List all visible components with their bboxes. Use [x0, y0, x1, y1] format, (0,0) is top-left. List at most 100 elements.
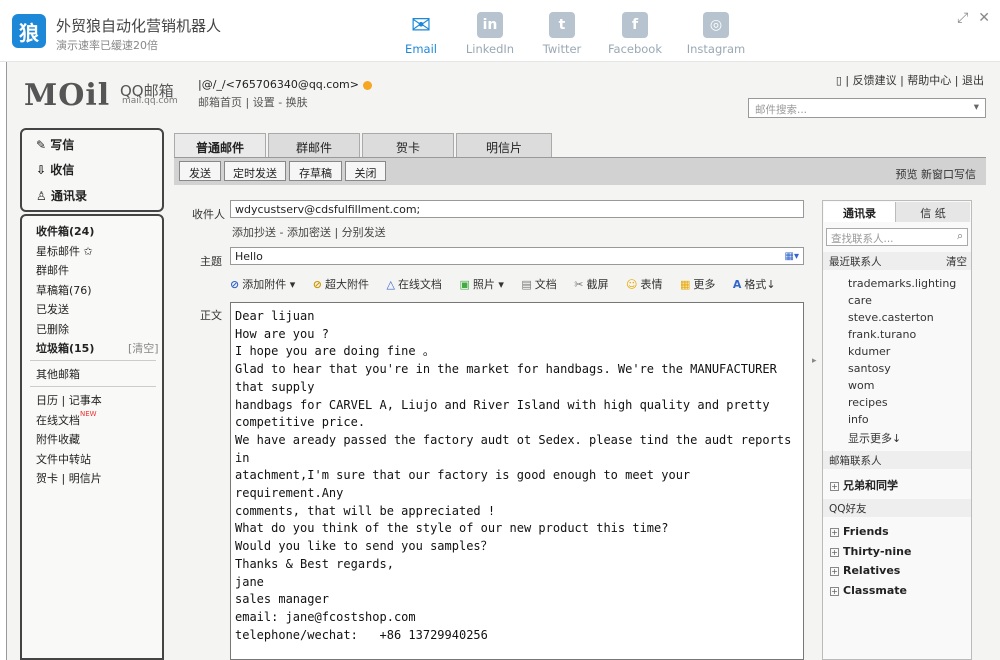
divider — [30, 360, 156, 361]
mail-logo[interactable]: MOil — [24, 78, 110, 113]
contact-item[interactable]: recipes — [848, 396, 888, 409]
clear-spam-link[interactable]: [清空] — [128, 340, 159, 356]
contact-group[interactable]: + Relatives — [830, 564, 900, 577]
contact-group[interactable]: + 兄弟和同学 — [830, 477, 898, 493]
folder-drafts[interactable]: 草稿箱(76) — [36, 282, 92, 298]
close-icon[interactable]: ✕ — [978, 10, 990, 26]
tool-label: 照片 ▾ — [472, 278, 504, 291]
expand-icon: + — [830, 527, 839, 537]
folder-inbox[interactable]: 收件箱(24) — [36, 223, 94, 239]
tab-contacts[interactable]: 通讯录 — [824, 202, 896, 222]
pencil-icon: ✎ — [36, 138, 51, 152]
nav-receive[interactable]: ⇩ 收信 — [36, 161, 74, 178]
rich-toolbar: ⊘ 添加附件 ▾ ⊘ 超大附件 △ 在线文档 ▣ 照片 ▾ ▤ 文档 ✂ 截屏 ☺ 表情 ▦ 更… — [230, 276, 804, 296]
file-transfer-link[interactable]: 文件中转站 — [36, 451, 91, 467]
mail-search-input[interactable]: 邮件搜索... — [748, 98, 986, 118]
person-icon: ♙ — [36, 189, 51, 203]
cards-postcards-link[interactable]: 贺卡 | 明信片 — [36, 470, 102, 486]
account-name: |@/_/<765706340@qq.com> — [198, 78, 372, 91]
nav-contacts[interactable]: ♙ 通讯录 — [36, 187, 87, 204]
search-icon: ⌕ — [957, 230, 963, 242]
new-badge: NEW — [80, 410, 97, 418]
share-label: Facebook — [607, 42, 663, 56]
contact-item[interactable]: wom — [848, 379, 874, 392]
message-body-editor[interactable]: Dear lijuan How are you ? I hope you are… — [230, 302, 804, 660]
contact-item[interactable]: santosy — [848, 362, 891, 375]
instagram-icon: ◎ — [703, 12, 729, 38]
contact-search-input[interactable]: 查找联系人... ⌕ — [826, 228, 968, 246]
subject-options-icon[interactable]: ▦▾ — [785, 251, 799, 262]
folder-spam[interactable]: 垃圾箱(15) — [36, 340, 94, 356]
tool-label: 添加附件 ▾ — [242, 278, 296, 291]
add-attachment-button[interactable]: ⊘ 添加附件 ▾ — [230, 278, 302, 291]
clear-recent-link[interactable]: 清空 — [946, 254, 967, 269]
tool-label: 更多 — [693, 278, 716, 291]
share-linkedin-button[interactable]: in LinkedIn — [455, 10, 525, 56]
contact-item[interactable]: steve.casterton — [848, 311, 934, 324]
format-button[interactable]: A 格式↓ — [733, 278, 783, 291]
close-button[interactable]: 关闭 — [345, 161, 386, 181]
contact-item[interactable]: info — [848, 413, 869, 426]
folder-starred[interactable]: 星标邮件 ✩ — [36, 243, 93, 259]
contact-item[interactable]: frank.turano — [848, 328, 916, 341]
tool-label: 表情 — [640, 278, 663, 291]
top-links[interactable]: ▯ | 反馈建议 | 帮助中心 | 退出 — [836, 72, 984, 88]
tab-postcard[interactable]: 明信片 — [456, 133, 552, 157]
screenshot-button[interactable]: ✂ 截屏 — [574, 278, 615, 291]
folder-group[interactable]: 群邮件 — [36, 262, 69, 278]
share-twitter-button[interactable]: t Twitter — [527, 10, 597, 56]
contact-group[interactable]: + Classmate — [830, 584, 907, 597]
show-more-link[interactable]: 显示更多↓ — [848, 430, 901, 446]
contact-item[interactable]: care — [848, 294, 872, 307]
nav-label: 通讯录 — [50, 189, 87, 203]
share-instagram-button[interactable]: ◎ Instagram — [681, 10, 751, 56]
online-doc-button[interactable]: △ 在线文档 — [386, 278, 448, 291]
contact-group[interactable]: + Thirty-nine — [830, 545, 911, 558]
format-icon: A — [732, 278, 742, 291]
app-subtitle: 演示速率已缓速20倍 — [56, 39, 158, 52]
attachment-collection-link[interactable]: 附件收藏 — [36, 431, 80, 447]
contact-item[interactable]: trademarks.lighting — [848, 277, 956, 290]
tab-group-mail[interactable]: 群邮件 — [268, 133, 360, 157]
subject-label: 主题 — [200, 255, 222, 268]
send-button[interactable]: 发送 — [179, 161, 221, 181]
share-email-button[interactable]: ✉ Email — [386, 10, 456, 56]
photo-button[interactable]: ▣ 照片 ▾ — [459, 278, 510, 291]
document-button[interactable]: ▤ 文档 — [521, 278, 563, 291]
preview-newwindow-links[interactable]: 预览 新窗口写信 — [896, 166, 977, 182]
calendar-notes-link[interactable]: 日历 | 记事本 — [36, 392, 102, 408]
online-docs-link[interactable]: 在线文档 — [36, 412, 80, 428]
expand-icon: + — [830, 586, 839, 596]
folder-deleted[interactable]: 已删除 — [36, 321, 69, 337]
more-button[interactable]: ▦ 更多 — [680, 278, 722, 291]
folder-other[interactable]: 其他邮箱 — [36, 366, 80, 382]
app-title: 外贸狼自动化营销机器人 — [56, 17, 222, 35]
nav-label: 写信 — [50, 138, 75, 152]
tool-label: 格式↓ — [744, 278, 776, 291]
schedule-send-button[interactable]: 定时发送 — [224, 161, 286, 181]
cc-bcc-links[interactable]: 添加抄送 - 添加密送 | 分别发送 — [232, 224, 386, 240]
folder-sent[interactable]: 已发送 — [36, 301, 69, 317]
to-field[interactable]: wdycustserv@cdsfulfillment.com; — [230, 200, 804, 218]
collapse-panel-icon[interactable]: ▸ — [812, 356, 817, 366]
contact-item[interactable]: kdumer — [848, 345, 890, 358]
emoji-button[interactable]: ☺ 表情 — [626, 278, 669, 291]
tab-stationery[interactable]: 信 纸 — [896, 202, 970, 222]
body-label: 正文 — [200, 309, 222, 322]
share-label: Instagram — [686, 42, 746, 56]
tab-card[interactable]: 贺卡 — [362, 133, 454, 157]
account-links[interactable]: 邮箱首页 | 设置 - 换肤 — [198, 94, 308, 110]
tab-normal-mail[interactable]: 普通邮件 — [174, 133, 266, 157]
big-attachment-button[interactable]: ⊘ 超大附件 — [313, 278, 376, 291]
contact-group[interactable]: + Friends — [830, 525, 889, 538]
group-label: 兄弟和同学 — [843, 479, 898, 492]
qq-friends-header: QQ好友 — [823, 499, 971, 517]
account-address: |@/_/<765706340@qq.com> — [198, 78, 359, 91]
expand-icon[interactable]: ⤢ — [957, 10, 968, 26]
big-attachment-icon: ⊘ — [312, 278, 322, 291]
share-facebook-button[interactable]: f Facebook — [600, 10, 670, 56]
status-icon — [363, 80, 372, 90]
save-draft-button[interactable]: 存草稿 — [289, 161, 342, 181]
nav-write[interactable]: ✎ 写信 — [36, 136, 74, 153]
subject-field[interactable]: Hello ▦▾ — [230, 247, 804, 265]
